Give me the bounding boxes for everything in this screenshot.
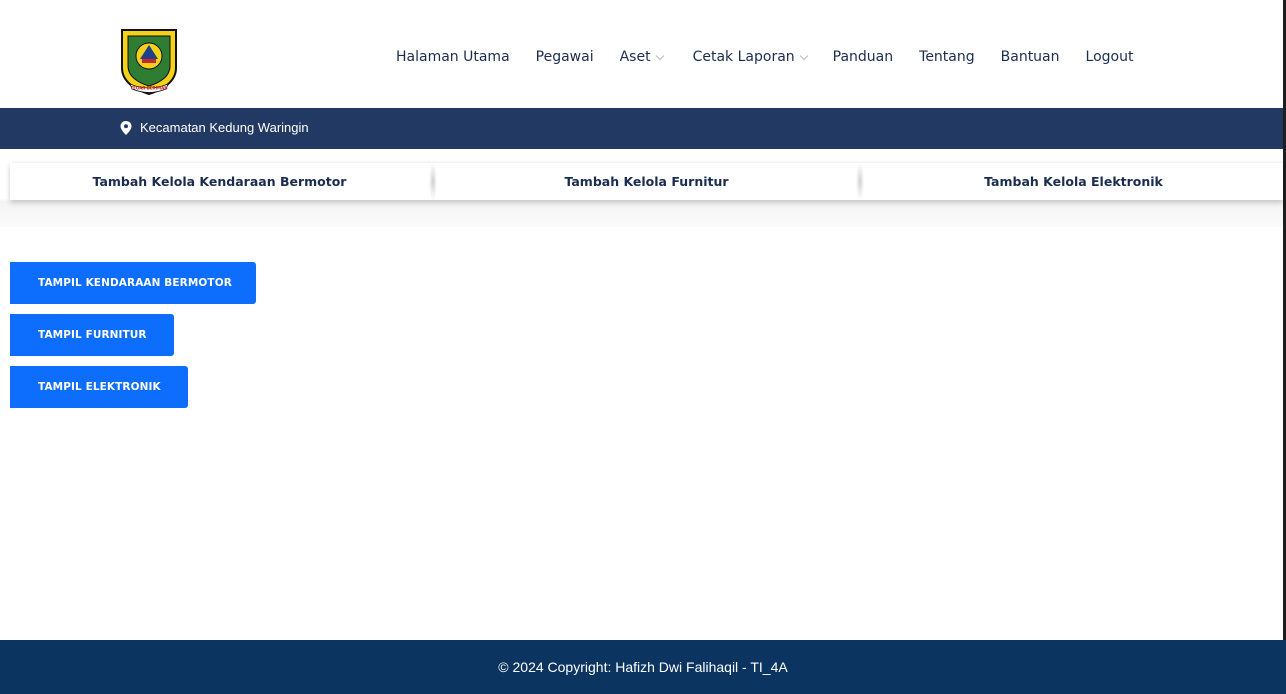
button-label: TAMPIL KENDARAAN BERMOTOR — [38, 277, 232, 289]
nav-pegawai[interactable]: Pegawai — [536, 49, 594, 65]
tab-tambah-furnitur[interactable]: Tambah Kelola Furnitur — [437, 163, 856, 200]
nav-halaman-utama[interactable]: Halaman Utama — [396, 49, 510, 65]
nav-label: Tentang — [919, 49, 975, 65]
show-electronics-button[interactable]: TAMPIL ELEKTRONIK — [10, 366, 188, 408]
tab-label: Tambah Kelola Furnitur — [564, 174, 729, 189]
copyright-text: © 2024 Copyright: Hafizh Dwi Falihaqil -… — [498, 659, 788, 675]
tab-divider — [856, 163, 864, 200]
nav-panduan[interactable]: Panduan — [833, 49, 893, 65]
map-marker-icon — [120, 120, 132, 135]
chevron-down-icon — [799, 51, 808, 60]
nav-logout[interactable]: Logout — [1086, 49, 1134, 65]
nav-label: Aset — [619, 49, 651, 65]
tab-tambah-elektronik[interactable]: Tambah Kelola Elektronik — [864, 163, 1283, 200]
location-info: Kecamatan Kedung Waringin — [120, 120, 309, 135]
bogor-regency-logo: TEGAR BERIMAN — [121, 29, 177, 96]
tab-label: Tambah Kelola Elektronik — [984, 174, 1163, 189]
nav-label: Panduan — [832, 49, 894, 65]
location-text: Kecamatan Kedung Waringin — [140, 120, 309, 135]
nav-bantuan[interactable]: Bantuan — [1001, 49, 1060, 65]
nav-tentang[interactable]: Tentang — [919, 49, 975, 65]
tab-label: Tambah Kelola Kendaraan Bermotor — [92, 174, 347, 189]
show-furniture-button[interactable]: TAMPIL FURNITUR — [10, 314, 174, 356]
show-vehicles-button[interactable]: TAMPIL KENDARAAN BERMOTOR — [10, 262, 256, 304]
nav-label: Logout — [1085, 49, 1134, 65]
location-bar: Kecamatan Kedung Waringin — [0, 108, 1283, 149]
nav-label: Halaman Utama — [396, 49, 510, 65]
svg-text:TEGAR BERIMAN: TEGAR BERIMAN — [130, 86, 167, 91]
nav-label: Cetak Laporan — [692, 49, 795, 65]
tabs-area: Tambah Kelola Kendaraan Bermotor Tambah … — [0, 149, 1283, 227]
site-footer: © 2024 Copyright: Hafizh Dwi Falihaqil -… — [0, 640, 1286, 694]
nav-aset[interactable]: Aset — [619, 49, 664, 65]
button-label: TAMPIL ELEKTRONIK — [38, 381, 161, 393]
main-nav: Halaman Utama Pegawai Aset Cetak Laporan… — [396, 47, 1133, 67]
action-tabs: Tambah Kelola Kendaraan Bermotor Tambah … — [10, 163, 1283, 200]
button-label: TAMPIL FURNITUR — [38, 329, 147, 341]
nav-cetak-laporan[interactable]: Cetak Laporan — [692, 49, 808, 65]
tab-tambah-kendaraan-bermotor[interactable]: Tambah Kelola Kendaraan Bermotor — [10, 163, 429, 200]
tab-divider — [429, 163, 437, 200]
site-header: TEGAR BERIMAN Halaman Utama Pegawai Aset… — [0, 0, 1283, 108]
nav-label: Pegawai — [535, 49, 594, 65]
nav-label: Bantuan — [1000, 49, 1060, 65]
chevron-down-icon — [655, 51, 664, 60]
